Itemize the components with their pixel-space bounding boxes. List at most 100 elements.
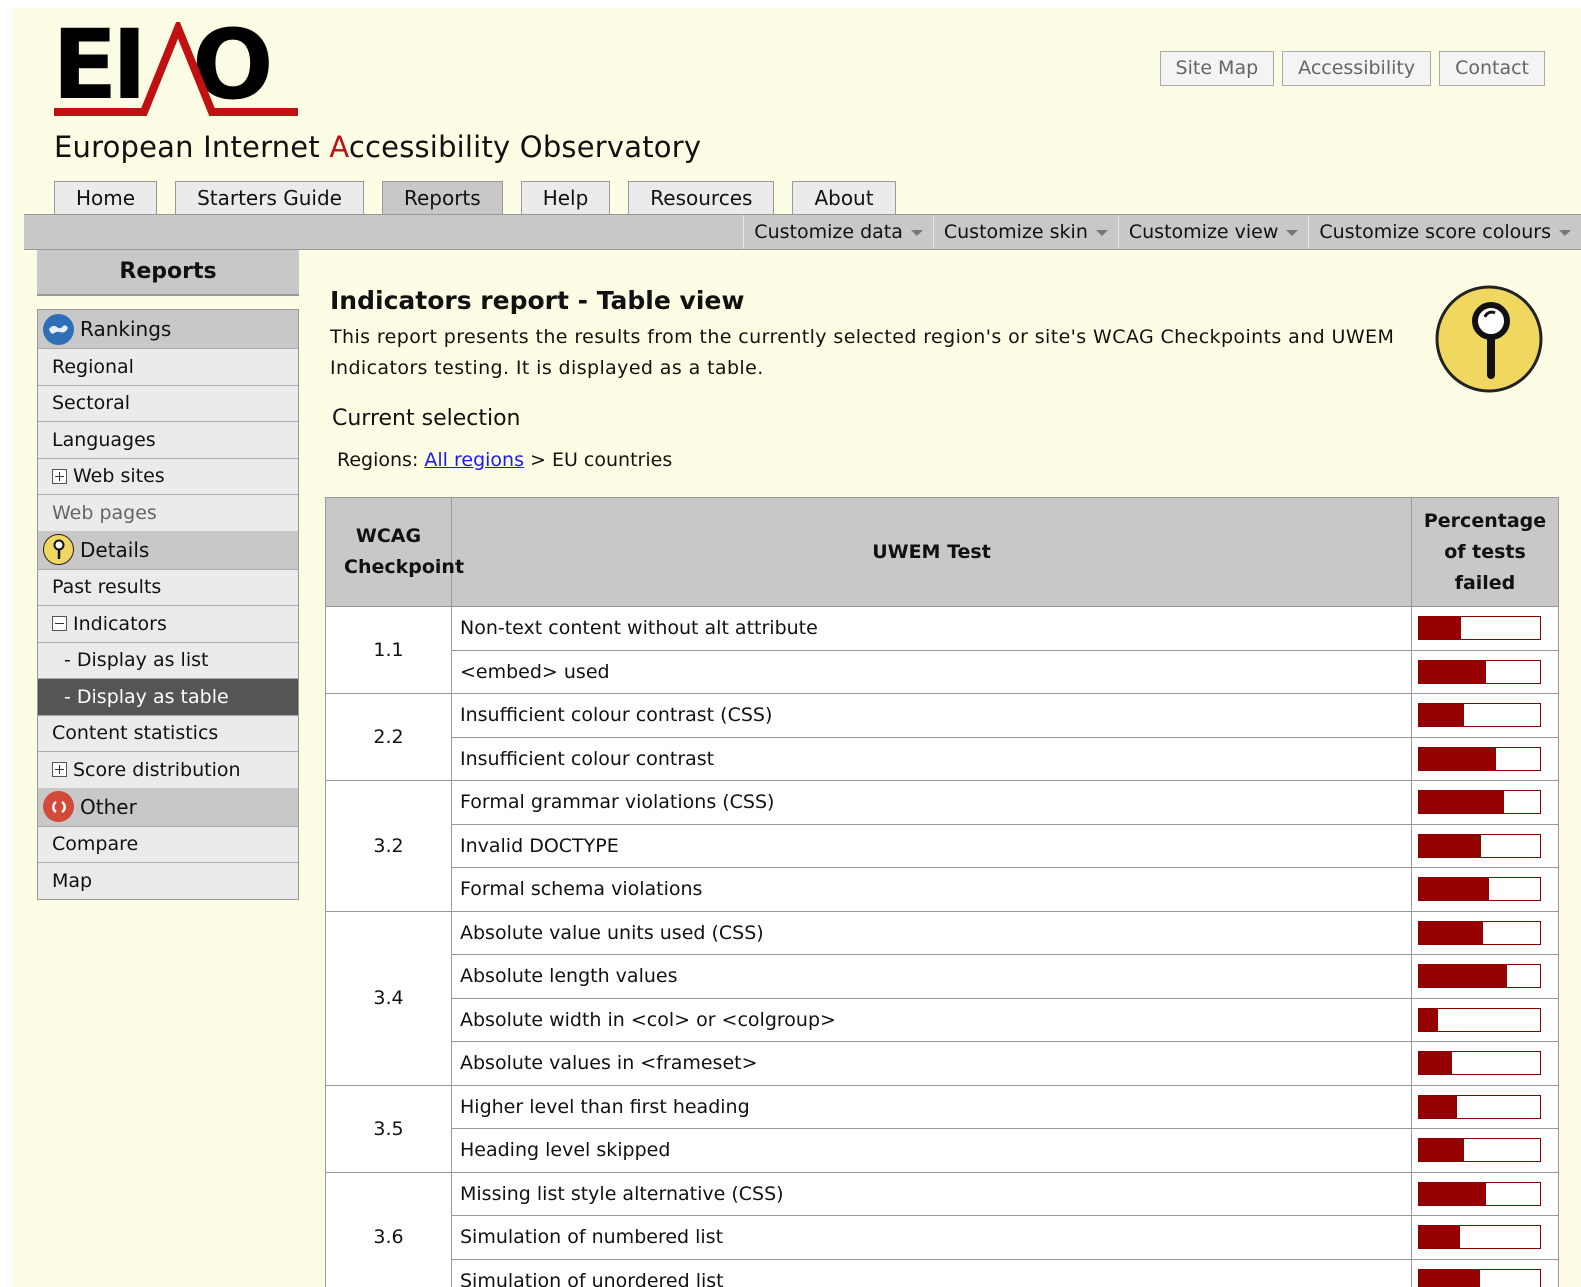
checkpoint-cell: 3.4: [325, 910, 452, 1086]
regions-label: Regions:: [337, 449, 419, 471]
checkpoint-cell: 1.1: [325, 606, 452, 694]
accessibility-link[interactable]: Accessibility: [1282, 51, 1432, 86]
failure-bar-fill: [1419, 1182, 1486, 1205]
test-cell[interactable]: Insufficient colour contrast: [451, 736, 1412, 781]
table-row: 3.5 Higher level than first heading: [325, 1084, 1559, 1173]
table-row: <embed> used: [326, 649, 1559, 694]
failure-bar: [1418, 1268, 1541, 1287]
refresh-icon: [43, 791, 74, 822]
test-cell[interactable]: Absolute value units used (CSS): [451, 910, 1412, 955]
table-row: Formal schema violations: [326, 867, 1559, 912]
customize-view-menu[interactable]: Customize view: [1117, 215, 1309, 249]
tab-starters-guide[interactable]: Starters Guide: [175, 181, 364, 215]
sidebar-item-past-results[interactable]: Past results: [38, 568, 298, 605]
chevron-down-icon: [1286, 229, 1299, 236]
failure-bar: [1418, 1007, 1541, 1032]
contact-link[interactable]: Contact: [1439, 51, 1545, 86]
test-cell[interactable]: Simulation of unordered list: [451, 1258, 1412, 1287]
failure-bar-fill: [1419, 921, 1484, 944]
test-cell[interactable]: Higher level than first heading: [451, 1084, 1412, 1129]
svg-text:EI: EI: [52, 22, 141, 118]
site-map-link[interactable]: Site Map: [1159, 51, 1275, 86]
table-row: Invalid DOCTYPE: [326, 823, 1559, 868]
test-cell[interactable]: Absolute values in <frameset>: [451, 1041, 1412, 1086]
percent-cell: [1411, 823, 1559, 868]
sidebar-item-compare[interactable]: Compare: [38, 825, 298, 862]
test-cell[interactable]: Heading level skipped: [451, 1128, 1412, 1173]
test-cell[interactable]: Invalid DOCTYPE: [451, 823, 1412, 868]
failure-bar-fill: [1419, 617, 1462, 640]
test-cell[interactable]: Missing list style alternative (CSS): [451, 1171, 1412, 1216]
sidebar-section-details: Details: [38, 530, 298, 569]
sidebar-title: Reports: [37, 250, 299, 296]
failure-bar-fill: [1419, 660, 1486, 683]
test-cell[interactable]: Formal grammar violations (CSS): [451, 780, 1412, 825]
test-cell[interactable]: Insufficient colour contrast (CSS): [451, 693, 1412, 738]
table-row: Simulation of unordered list: [326, 1258, 1559, 1287]
percent-cell: [1411, 867, 1559, 912]
breadcrumb: Regions: All regions > EU countries: [337, 449, 672, 471]
table-row: Absolute width in <col> or <colgroup>: [326, 997, 1559, 1042]
customize-data-menu[interactable]: Customize data: [743, 215, 933, 249]
failure-bar: [1418, 1051, 1541, 1076]
sidebar-item-web-sites[interactable]: Web sites: [38, 457, 298, 494]
failure-bar-fill: [1419, 834, 1481, 857]
percent-cell: [1411, 736, 1559, 781]
table-row: Absolute length values: [326, 954, 1559, 999]
table-row: Absolute values in <frameset>: [326, 1041, 1559, 1086]
tab-help[interactable]: Help: [520, 181, 611, 215]
top-links: Site Map Accessibility Contact: [1159, 51, 1545, 86]
chevron-down-icon: [1559, 229, 1571, 236]
all-regions-link[interactable]: All regions: [424, 449, 524, 471]
expand-icon[interactable]: [52, 468, 67, 484]
checkpoint-cell: 3.6: [325, 1171, 452, 1287]
test-cell[interactable]: Non-text content without alt attribute: [451, 606, 1412, 651]
magnifier-icon: [1435, 285, 1543, 393]
tab-about[interactable]: About: [792, 181, 896, 215]
sidebar-item-map[interactable]: Map: [38, 862, 298, 899]
sidebar-item-content-statistics[interactable]: Content statistics: [38, 714, 298, 751]
sidebar-item-display-table[interactable]: - Display as table: [38, 678, 298, 715]
failure-bar: [1418, 790, 1541, 815]
sidebar-item-display-list[interactable]: - Display as list: [38, 641, 298, 678]
test-cell[interactable]: Simulation of numbered list: [451, 1215, 1412, 1260]
percent-cell: [1411, 954, 1559, 999]
failure-bar: [1418, 1225, 1541, 1250]
expand-icon[interactable]: [52, 762, 67, 778]
sidebar-item-regional[interactable]: Regional: [38, 348, 298, 385]
table-row: Insufficient colour contrast: [326, 736, 1559, 781]
failure-bar: [1418, 964, 1541, 989]
tab-reports[interactable]: Reports: [381, 181, 503, 217]
table-row: Heading level skipped: [326, 1128, 1559, 1173]
subtitle-part: ccessibility Observatory: [348, 130, 702, 164]
failure-bar: [1418, 616, 1541, 641]
test-cell[interactable]: <embed> used: [451, 649, 1412, 694]
customize-skin-menu[interactable]: Customize skin: [932, 215, 1118, 249]
sidebar-item-indicators[interactable]: Indicators: [38, 605, 298, 642]
percent-cell: [1411, 1258, 1559, 1287]
percent-cell: [1411, 1128, 1559, 1173]
sidebar-item-score-distribution[interactable]: Score distribution: [38, 751, 298, 788]
eiao-logo[interactable]: EI O: [52, 22, 302, 118]
sidebar-item-sectoral[interactable]: Sectoral: [38, 384, 298, 421]
failure-bar-fill: [1419, 1269, 1480, 1287]
menu-label: Customize view: [1128, 221, 1279, 243]
table-row: 3.4 Absolute value units used (CSS): [325, 910, 1559, 1086]
collapse-icon[interactable]: [52, 616, 67, 632]
page: EI O European Internet Accessibility Obs…: [12, 8, 1581, 1287]
failure-bar-fill: [1419, 965, 1508, 988]
test-cell[interactable]: Absolute length values: [451, 954, 1412, 999]
page-title: Indicators report - Table view: [330, 286, 745, 315]
test-cell[interactable]: Formal schema violations: [451, 867, 1412, 912]
failure-bar: [1418, 1181, 1541, 1206]
sidebar-section-other: Other: [38, 787, 298, 826]
checkpoint-cell: 3.2: [325, 780, 452, 912]
tab-home[interactable]: Home: [54, 181, 158, 215]
sidebar-item-languages[interactable]: Languages: [38, 421, 298, 458]
chevron-down-icon: [910, 229, 923, 236]
test-cell[interactable]: Absolute width in <col> or <colgroup>: [451, 997, 1412, 1042]
tab-resources[interactable]: Resources: [628, 181, 775, 215]
item-label: Indicators: [73, 612, 167, 635]
customize-score-colours-menu[interactable]: Customize score colours: [1308, 215, 1581, 249]
sidebar: Rankings Regional Sectoral Languages Web…: [37, 309, 299, 900]
